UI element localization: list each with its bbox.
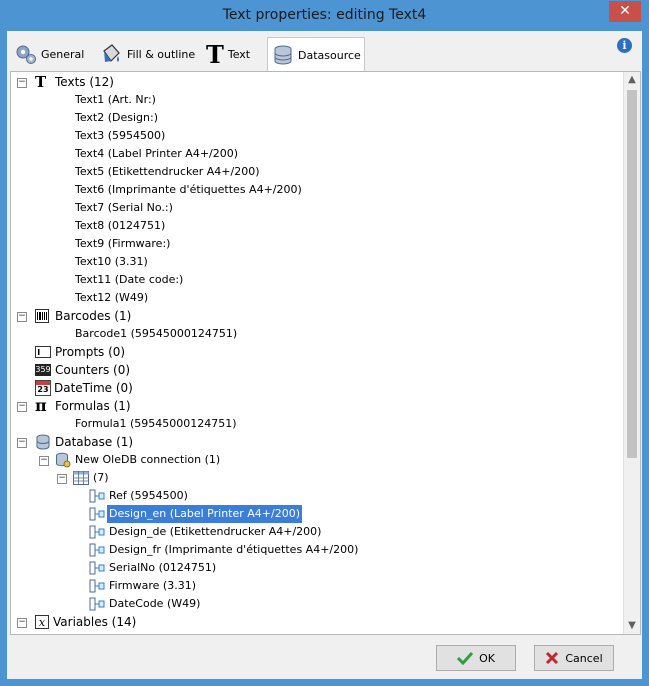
tree-node-label: Prompts (0) — [55, 345, 126, 359]
list-item[interactable]: Formula1 (59545000124751) — [75, 415, 237, 433]
list-item[interactable]: Design_fr (Imprimante d'étiquettes A4+/2… — [89, 541, 358, 559]
tree-node-label: DateTime (0) — [54, 381, 133, 395]
tree-node-label: New OleDB connection (1) — [75, 453, 221, 466]
database-icon — [36, 434, 50, 450]
collapse-variables-icon[interactable]: − — [17, 618, 27, 628]
tab-fill-outline[interactable]: Fill & outline — [99, 39, 195, 69]
window-title: Text properties: editing Text4 — [222, 7, 427, 23]
collapse-barcodes-icon[interactable]: − — [17, 312, 27, 322]
collapse-texts-icon[interactable]: − — [17, 78, 27, 88]
variable-x-icon: x — [35, 615, 49, 629]
tree-node-barcodes[interactable]: Barcodes (1) — [35, 307, 131, 325]
vertical-scrollbar[interactable]: ▲ ▼ — [623, 72, 640, 634]
scroll-down-icon[interactable]: ▼ — [624, 618, 640, 634]
paint-bucket-icon — [103, 44, 120, 62]
list-item[interactable]: Text1 (Art. Nr:) — [75, 91, 156, 109]
list-item[interactable]: Firmware (3.31) — [89, 577, 196, 595]
tree-node-datetime[interactable]: 23 DateTime (0) — [35, 379, 133, 397]
tree-node-label: Counters (0) — [55, 363, 131, 377]
list-item[interactable]: Ref (5954500) — [89, 487, 188, 505]
list-item[interactable]: DateCode (W49) — [89, 595, 200, 613]
tree-node-table[interactable]: (7) — [73, 469, 109, 487]
list-item[interactable]: Text3 (5954500) — [75, 127, 165, 145]
tree-node-prompts[interactable]: Prompts (0) — [35, 343, 125, 361]
tree-node-label: Barcodes (1) — [55, 309, 132, 323]
scroll-up-icon[interactable]: ▲ — [624, 72, 640, 88]
list-item[interactable]: Design_de (Etikettendrucker A4+/200) — [89, 523, 321, 541]
tab-general-label: General — [41, 47, 85, 61]
barcode-icon — [35, 309, 49, 323]
ok-button-label: OK — [479, 651, 495, 665]
tab-datasource-label: Datasource — [298, 48, 361, 62]
list-item[interactable]: Text9 (Firmware:) — [75, 235, 170, 253]
field-icon — [89, 525, 105, 539]
field-icon — [89, 543, 105, 557]
check-icon — [457, 651, 474, 665]
cancel-button-label: Cancel — [565, 651, 603, 665]
dialog-window: Text properties: editing Text4 ✕ General… — [0, 0, 649, 686]
collapse-connection-icon[interactable]: − — [39, 456, 49, 466]
tree-node-label: (7) — [93, 471, 109, 484]
database-icon — [274, 45, 292, 65]
tree-node-counters[interactable]: 359 Counters (0) — [35, 361, 130, 379]
counter-icon: 359 — [35, 364, 51, 376]
info-icon[interactable]: i — [617, 38, 632, 53]
field-icon — [89, 489, 105, 503]
calendar-icon: 23 — [35, 380, 51, 396]
collapse-formulas-icon[interactable]: − — [17, 402, 27, 412]
list-item[interactable]: Text11 (Date code:) — [75, 271, 183, 289]
tree-node-oledb-connection[interactable]: New OleDB connection (1) — [55, 451, 220, 469]
list-item[interactable]: Text10 (3.31) — [75, 253, 148, 271]
tree-node-formulas[interactable]: π Formulas (1) — [35, 397, 131, 415]
ok-button[interactable]: OK — [436, 645, 516, 671]
datasource-tree[interactable]: − T Texts (12) Text1 (Art. Nr:) Text2 (D… — [10, 71, 641, 635]
pi-icon: π — [35, 396, 47, 415]
x-icon — [546, 651, 559, 665]
tree-node-label: Texts (12) — [55, 75, 114, 89]
tree-node-label: Variables (14) — [53, 615, 137, 629]
collapse-database-icon[interactable]: − — [17, 438, 27, 448]
field-icon — [89, 579, 105, 593]
table-icon — [73, 471, 89, 485]
list-item[interactable]: Text6 (Imprimante d'étiquettes A4+/200) — [75, 181, 302, 199]
text-T-icon: T — [206, 39, 224, 69]
title-bar[interactable]: Text properties: editing Text4 ✕ — [0, 0, 649, 31]
list-item[interactable]: Text7 (Serial No.:) — [75, 199, 173, 217]
prompt-field-icon — [35, 346, 51, 358]
scrollbar-thumb[interactable] — [627, 90, 637, 458]
list-item-selected[interactable]: Design_en (Label Printer A4+/200) — [89, 505, 303, 523]
tree-node-database[interactable]: Database (1) — [35, 433, 133, 451]
tab-strip: General Fill & outline T Text Datasource… — [7, 35, 642, 72]
list-item[interactable]: Text2 (Design:) — [75, 109, 158, 127]
close-button[interactable]: ✕ — [609, 1, 641, 22]
list-item[interactable]: Text8 (0124751) — [75, 217, 165, 235]
dialog-client: General Fill & outline T Text Datasource… — [7, 31, 642, 679]
tab-text[interactable]: T Text — [206, 39, 250, 69]
tree-node-texts[interactable]: T Texts (12) — [35, 73, 114, 91]
tree-node-label: Formulas (1) — [55, 399, 131, 413]
tree-node-label: Database (1) — [55, 435, 134, 449]
list-item[interactable]: Barcode1 (59545000124751) — [75, 325, 237, 343]
field-icon — [89, 561, 105, 575]
tree-node-variables[interactable]: x Variables (14) — [35, 613, 136, 631]
text-T-icon: T — [35, 73, 47, 91]
database-connection-icon — [56, 452, 71, 468]
list-item[interactable]: Text4 (Label Printer A4+/200) — [75, 145, 238, 163]
list-item[interactable]: SerialNo (0124751) — [89, 559, 216, 577]
collapse-table-icon[interactable]: − — [57, 474, 67, 484]
tab-fill-outline-label: Fill & outline — [127, 47, 196, 61]
list-item[interactable]: Text5 (Etikettendrucker A4+/200) — [75, 163, 260, 181]
gears-icon — [16, 45, 36, 64]
tab-general[interactable]: General — [15, 39, 84, 69]
cancel-button[interactable]: Cancel — [534, 645, 614, 671]
field-icon — [89, 507, 105, 521]
tab-text-label: Text — [227, 47, 251, 61]
tab-datasource[interactable]: Datasource — [267, 37, 365, 72]
field-icon — [89, 597, 105, 611]
list-item[interactable]: Text12 (W49) — [75, 289, 148, 307]
